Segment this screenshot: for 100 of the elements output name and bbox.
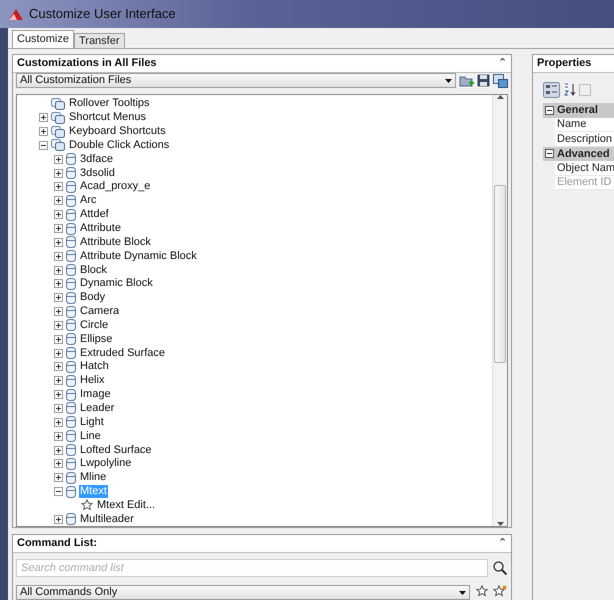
expand-icon[interactable] — [54, 266, 63, 275]
expand-icon[interactable] — [54, 404, 63, 413]
star-icon[interactable] — [476, 585, 488, 597]
expand-icon[interactable] — [54, 418, 63, 427]
expand-icon[interactable] — [54, 182, 63, 192]
tree-item[interactable]: Attribute Dynamic Block — [79, 250, 198, 263]
expand-icon[interactable] — [54, 459, 63, 468]
tree-item[interactable]: Shortcut Menus — [68, 111, 148, 124]
tree-item[interactable]: Block — [79, 264, 108, 277]
expand-icon[interactable] — [54, 348, 63, 358]
window-icon[interactable] — [493, 74, 508, 88]
tree-item[interactable]: Image — [79, 388, 112, 402]
collapse-icon[interactable] — [39, 140, 48, 150]
tree-item[interactable]: Acad_proxy_e — [79, 180, 152, 194]
window-stack-icon — [51, 139, 65, 152]
category-label: Advanced — [557, 146, 610, 162]
collapse-button[interactable]: ⌃ — [498, 58, 507, 69]
expand-icon[interactable] — [54, 238, 63, 247]
expand-icon[interactable] — [39, 113, 48, 122]
expand-icon[interactable] — [54, 224, 63, 234]
scroll-up-icon[interactable] — [496, 95, 504, 99]
tree-item[interactable]: Circle — [79, 318, 110, 332]
tree-item[interactable]: Dynamic Block — [79, 277, 154, 290]
tree-item[interactable]: Attdef — [79, 208, 110, 222]
tree-item[interactable]: Mline — [79, 471, 108, 484]
scrollbar[interactable] — [492, 95, 507, 526]
caret-icon — [459, 590, 466, 594]
tree-item[interactable]: Keyboard Shortcuts — [68, 125, 167, 138]
mouse-icon — [66, 444, 76, 456]
save-icon[interactable] — [477, 74, 490, 87]
property-category[interactable]: General — [543, 103, 614, 118]
tree-item[interactable]: Camera — [79, 305, 120, 318]
property-name: Element ID — [555, 176, 614, 190]
mouse-icon — [66, 194, 76, 207]
tree-item[interactable]: Body — [79, 291, 106, 304]
mouse-icon — [66, 430, 76, 442]
window-stack-icon — [51, 98, 65, 110]
expand-icon[interactable] — [54, 446, 63, 455]
expand-icon[interactable] — [54, 473, 63, 482]
expand-icon[interactable] — [54, 307, 63, 316]
expand-icon[interactable] — [54, 279, 63, 288]
property-name: Description — [555, 132, 614, 146]
mouse-icon — [66, 236, 76, 248]
expand-icon[interactable] — [54, 196, 63, 206]
tree-item[interactable]: Extruded Surface — [79, 346, 166, 360]
mouse-icon — [66, 402, 76, 414]
categorized-icon[interactable] — [543, 82, 560, 98]
scroll-down-icon[interactable] — [496, 522, 504, 526]
expand-icon[interactable] — [54, 514, 63, 524]
tree-item[interactable]: 3dsolid — [79, 166, 116, 180]
tab[interactable]: Customize — [12, 30, 74, 48]
tree-item[interactable]: Leader — [79, 402, 116, 415]
expand-icon[interactable] — [54, 210, 63, 220]
tree-item[interactable]: Attribute — [79, 222, 122, 236]
tree-item[interactable]: Attribute Block — [79, 236, 152, 249]
mouse-icon — [66, 486, 76, 498]
tree-item[interactable]: Mtext Edit... — [96, 498, 156, 512]
expand-icon[interactable] — [54, 252, 63, 261]
expand-icon[interactable] — [54, 362, 63, 372]
tree-item[interactable]: Multileader — [79, 512, 135, 526]
expand-icon[interactable] — [54, 320, 63, 330]
property-name: Name — [555, 118, 614, 132]
category-label: General — [557, 103, 598, 118]
expand-icon[interactable] — [54, 168, 63, 178]
tree-item[interactable]: Ellipse — [79, 332, 114, 346]
search-field[interactable]: Search command list — [16, 559, 488, 577]
mouse-icon — [66, 458, 76, 470]
tree-item[interactable]: Rollover Tooltips — [68, 97, 151, 110]
tree-item[interactable]: Helix — [79, 374, 106, 388]
mouse-icon — [66, 264, 76, 276]
expand-icon[interactable] — [54, 154, 63, 164]
sort-alphabetical-icon[interactable] — [562, 83, 576, 97]
collapse-icon[interactable] — [54, 487, 63, 496]
open-folder-icon[interactable] — [458, 74, 474, 88]
mouse-icon — [66, 513, 76, 526]
tree-item[interactable]: Double Click Actions — [68, 138, 170, 152]
scroll-thumb[interactable] — [494, 185, 506, 363]
tree-item[interactable]: Lwpolyline — [79, 457, 132, 470]
search-icon[interactable] — [493, 561, 507, 575]
new-star-icon[interactable] — [493, 585, 507, 597]
tree-item[interactable]: Light — [79, 416, 105, 429]
tree-item[interactable]: Line — [79, 430, 102, 443]
tab[interactable]: Transfer — [74, 33, 125, 48]
expand-icon[interactable] — [54, 376, 63, 386]
expand-icon[interactable] — [54, 334, 63, 344]
collapse-button[interactable]: ⌃ — [498, 538, 507, 549]
tree-item[interactable]: Lofted Surface — [79, 444, 153, 457]
expand-icon[interactable] — [54, 293, 63, 302]
property-category[interactable]: Advanced — [543, 146, 614, 161]
collapse-icon[interactable] — [545, 149, 554, 158]
file-dropdown[interactable]: All Customization Files — [16, 73, 456, 88]
filter-dropdown[interactable]: All Commands Only — [16, 585, 470, 600]
tree-item[interactable]: Hatch — [79, 360, 110, 374]
tree-item[interactable]: 3dface — [79, 152, 114, 166]
expand-icon[interactable] — [54, 390, 63, 400]
tree-item[interactable]: Arc — [79, 194, 98, 208]
expand-icon[interactable] — [39, 127, 48, 136]
expand-icon[interactable] — [54, 432, 63, 441]
collapse-icon[interactable] — [545, 106, 554, 115]
property-name: Object Nam — [555, 161, 614, 176]
